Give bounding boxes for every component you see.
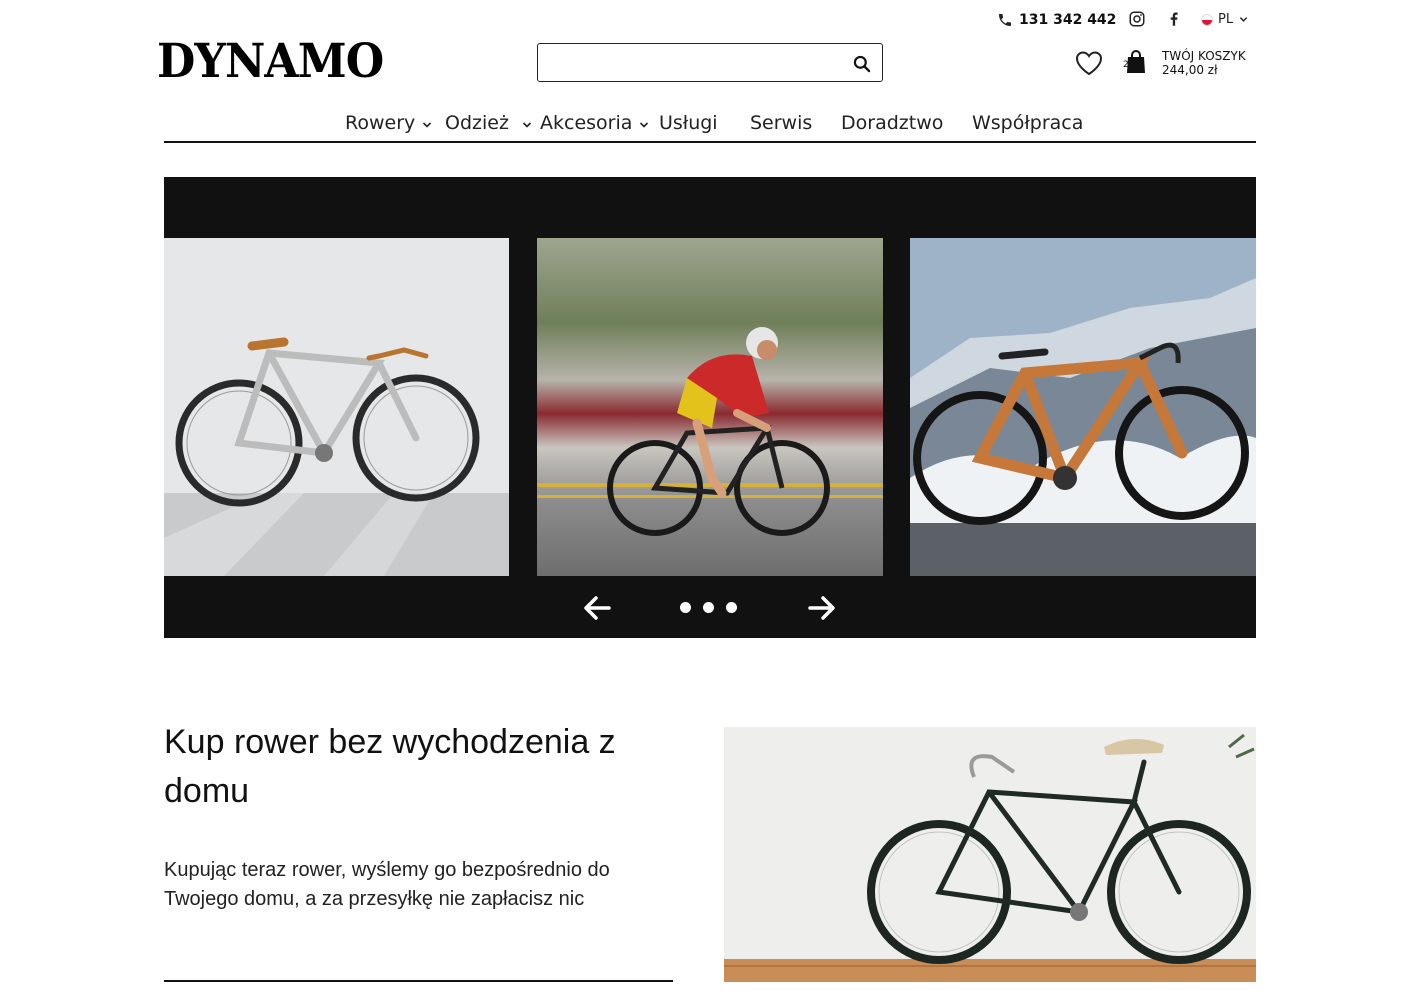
slider-next-arrow-icon[interactable] (807, 595, 837, 621)
site-logo[interactable]: DYNAMO (157, 34, 384, 89)
phone-contact[interactable]: 131 342 442 (997, 12, 1116, 28)
nav-item-label: Rowery (345, 112, 416, 134)
wishlist-heart-icon[interactable] (1075, 50, 1103, 76)
cart-count-badge: 2 (1123, 60, 1129, 70)
phone-number: 131 342 442 (1019, 12, 1117, 28)
chevron-down-icon (423, 122, 432, 128)
slider-pagination (680, 602, 737, 613)
nav-item-doradztwo[interactable]: Doradztwo (841, 112, 943, 134)
nav-item-uslugi[interactable]: Usługi (659, 112, 718, 134)
language-selector[interactable]: PL (1201, 12, 1249, 27)
slider-prev-arrow-icon[interactable] (582, 595, 612, 621)
search-box (537, 43, 883, 82)
chevron-down-icon (640, 122, 649, 128)
cart-label: TWÓJ KOSZYK (1162, 49, 1246, 63)
chevron-down-icon (522, 122, 532, 128)
slider-dot[interactable] (680, 602, 691, 613)
instagram-link[interactable] (1128, 10, 1146, 28)
phone-icon (999, 14, 1011, 26)
nav-item-label: Akcesoria (540, 112, 633, 134)
nav-item-serwis[interactable]: Serwis (750, 112, 812, 134)
nav-item-label: Współpraca (972, 112, 1084, 134)
cart-total: 244,00 zł (1162, 63, 1218, 77)
nav-item-label: Usługi (659, 112, 718, 134)
nav-item-label: Serwis (750, 112, 813, 134)
language-code: PL (1218, 12, 1234, 27)
nav-item-odziez[interactable]: Odzież (445, 112, 533, 134)
search-input[interactable] (538, 44, 838, 81)
slide-image-silver-bike[interactable] (164, 238, 509, 576)
nav-item-label: Doradztwo (841, 112, 944, 134)
facebook-icon (1170, 12, 1178, 26)
nav-divider (164, 141, 1256, 143)
nav-item-rowery[interactable]: Rowery (345, 112, 433, 134)
promo-divider (164, 980, 673, 982)
nav-item-label: Odzież (445, 112, 509, 134)
poland-flag-icon (1201, 13, 1213, 26)
promo-description: Kupując teraz rower, wyślemy go bezpośre… (164, 859, 610, 910)
slide-image-racing-cyclist[interactable] (537, 238, 883, 576)
nav-item-akcesoria[interactable]: Akcesoria (540, 112, 650, 134)
chevron-down-icon (1239, 17, 1248, 22)
slide-image-gravel-bike-snow[interactable] (910, 238, 1256, 576)
facebook-link[interactable] (1165, 10, 1183, 28)
nav-item-wspolpraca[interactable]: Współpraca (972, 112, 1083, 134)
hero-slider (164, 177, 1256, 638)
slider-dot[interactable] (703, 602, 714, 613)
promo-image-vintage-bike (724, 727, 1256, 982)
cart-summary[interactable]: TWÓJ KOSZYK 244,00 zł (1162, 49, 1246, 77)
search-icon[interactable] (852, 54, 872, 74)
slider-dot[interactable] (726, 602, 737, 613)
promo-heading: Kup rower bez wychodzenia z domu (164, 723, 616, 810)
instagram-icon (1129, 11, 1145, 27)
